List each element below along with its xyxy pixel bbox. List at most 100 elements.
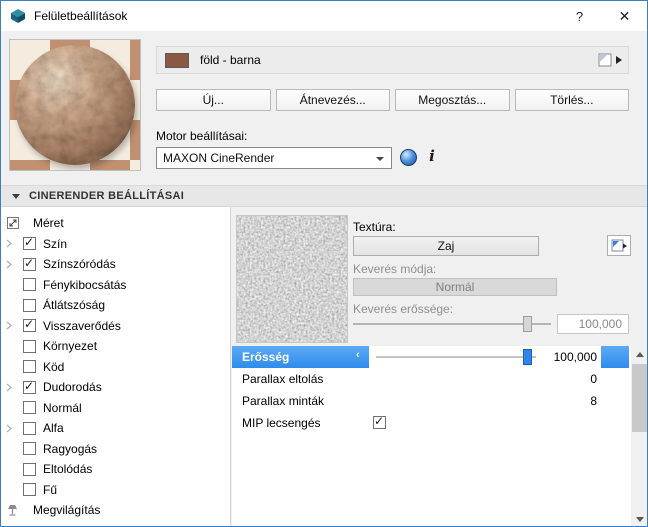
expand-chevron-icon[interactable] [6, 383, 23, 392]
info-icon[interactable]: i [425, 147, 439, 167]
property-row-parallax-mintak[interactable]: Parallax minták 8 [232, 390, 631, 412]
material-preview-sphere [15, 45, 135, 165]
tree-item-label: Normál [43, 400, 82, 415]
channel-tree: Méret Szín Színszóródás Fénykibocsátás Á… [1, 207, 231, 526]
engine-value: MAXON CineRender [163, 151, 275, 165]
tree-item-label: Szín [43, 236, 68, 251]
tree-item-label: Megvilágítás [33, 503, 101, 518]
material-name: föld - barna [200, 53, 261, 67]
tree-item-label: Dudorodás [43, 380, 102, 395]
tree-item-label: Fű [43, 482, 58, 497]
tree-item-szinszorodas[interactable]: Színszóródás [1, 254, 230, 275]
blend-mode-select: Normál [353, 278, 557, 296]
new-button[interactable]: Új... [156, 89, 271, 111]
scroll-up-icon[interactable] [631, 346, 647, 363]
engine-select[interactable]: MAXON CineRender [156, 147, 392, 169]
fu-checkbox[interactable] [23, 483, 36, 497]
tree-item-meret[interactable]: Méret [1, 213, 230, 234]
property-label: MIP lecsengés [242, 416, 321, 430]
expand-chevron-icon[interactable] [6, 239, 23, 248]
app-icon [10, 8, 26, 24]
property-value[interactable]: 8 [590, 390, 597, 412]
material-swatch [165, 52, 189, 68]
szin-checkbox[interactable] [23, 235, 36, 251]
blend-mode-label: Keverés módja: [353, 262, 437, 276]
scroll-down-icon[interactable] [631, 511, 647, 526]
normal-checkbox[interactable] [23, 401, 36, 415]
property-row-erosseg[interactable]: Erősség ‹ 100,000 [232, 346, 631, 368]
lamp-icon [6, 503, 24, 517]
property-row-mip-lecsenges[interactable]: MIP lecsengés [232, 412, 631, 434]
szinszorodas-checkbox[interactable] [23, 256, 36, 271]
blend-strength-slider [353, 315, 551, 333]
blend-strength-label: Keverés erőssége: [353, 302, 454, 316]
strength-slider-thumb[interactable] [523, 349, 532, 365]
ragyogas-checkbox[interactable] [23, 442, 36, 456]
expand-chevron-icon[interactable] [6, 424, 23, 433]
expand-chevron-icon[interactable] [6, 321, 23, 330]
kod-checkbox[interactable] [23, 360, 36, 374]
tree-item-label: Átlátszóság [43, 298, 106, 313]
tree-item-visszaverodes[interactable]: Visszaverődés [1, 316, 230, 337]
window-title: Felületbeállítások [34, 9, 128, 23]
tree-item-label: Környezet [43, 339, 98, 354]
tree-item-szin[interactable]: Szín [1, 234, 230, 255]
tree-item-kornyezet[interactable]: Környezet [1, 336, 230, 357]
scrollbar-thumb[interactable] [632, 364, 647, 432]
tree-item-label: Alfa [43, 421, 64, 436]
property-label: Erősség [232, 346, 369, 368]
section-header-cinerender[interactable]: CINERENDER BEÁLLÍTÁSAI [1, 185, 647, 207]
tree-item-kod[interactable]: Köd [1, 357, 230, 378]
dudorodas-checkbox[interactable] [23, 379, 36, 394]
rename-button[interactable]: Átnevezés... [275, 89, 390, 111]
alfa-checkbox[interactable] [23, 421, 36, 435]
tree-item-label: Eltolódás [43, 462, 93, 477]
delete-button[interactable]: Törlés... [514, 89, 629, 111]
texture-label: Textúra: [353, 220, 396, 234]
tree-item-normal[interactable]: Normál [1, 398, 230, 419]
atlatszosag-checkbox[interactable] [23, 298, 36, 312]
close-button[interactable]: ✕ [602, 1, 647, 31]
material-popup-icon[interactable] [598, 52, 624, 68]
visszaverodes-checkbox[interactable] [23, 317, 36, 333]
texture-picker-button[interactable] [607, 235, 631, 256]
material-selector[interactable]: föld - barna [156, 46, 629, 74]
tree-item-label: Visszaverődés [43, 318, 121, 333]
tree-item-alfa[interactable]: Alfa [1, 418, 230, 439]
tree-item-megvilagitas[interactable]: Megvilágítás [1, 500, 230, 521]
texture-preview[interactable] [236, 215, 348, 343]
tree-item-atlatszosag[interactable]: Átlátszóság [1, 295, 230, 316]
mip-checkbox[interactable] [373, 414, 386, 429]
tree-item-label: Fénykibocsátás [43, 277, 127, 292]
help-button[interactable]: ? [557, 1, 602, 31]
slider-track [353, 323, 551, 325]
texture-type-button[interactable]: Zaj [353, 236, 539, 256]
tree-item-label: Színszóródás [43, 257, 116, 272]
selection-endcap [601, 346, 629, 368]
kornyezet-checkbox[interactable] [23, 339, 36, 353]
property-row-parallax-eltolas[interactable]: Parallax eltolás 0 [232, 368, 631, 390]
expand-chevron-icon[interactable] [6, 260, 23, 269]
slider-collapse-icon[interactable]: ‹ [356, 349, 360, 361]
surface-settings-dialog: Felületbeállítások ? ✕ föld - barna Új..… [0, 0, 648, 527]
tree-item-ragyogas[interactable]: Ragyogás [1, 439, 230, 460]
material-preview [9, 39, 141, 171]
size-icon [6, 216, 24, 230]
tree-item-label: Ragyogás [43, 441, 98, 456]
property-value[interactable]: 100,000 [554, 346, 597, 368]
tree-item-dudorodas[interactable]: Dudorodás [1, 377, 230, 398]
property-value[interactable]: 0 [590, 368, 597, 390]
tree-item-label: Méret [33, 216, 64, 231]
share-button[interactable]: Megosztás... [395, 89, 510, 111]
property-label: Parallax eltolás [242, 372, 324, 386]
strength-slider-track[interactable] [376, 356, 536, 358]
fenykibocsatas-checkbox[interactable] [23, 278, 36, 292]
attribute-table: Erősség ‹ 100,000 Parallax eltolás 0 Par… [232, 346, 631, 526]
tree-item-fu[interactable]: Fű [1, 480, 230, 501]
tree-item-fenykibocsatas[interactable]: Fénykibocsátás [1, 275, 230, 296]
blend-strength-value: 100,000 [557, 314, 629, 334]
eltolodas-checkbox[interactable] [23, 462, 36, 476]
tree-item-eltolodas[interactable]: Eltolódás [1, 459, 230, 480]
vertical-scrollbar[interactable] [631, 346, 647, 526]
cinerender-icon [400, 149, 417, 166]
